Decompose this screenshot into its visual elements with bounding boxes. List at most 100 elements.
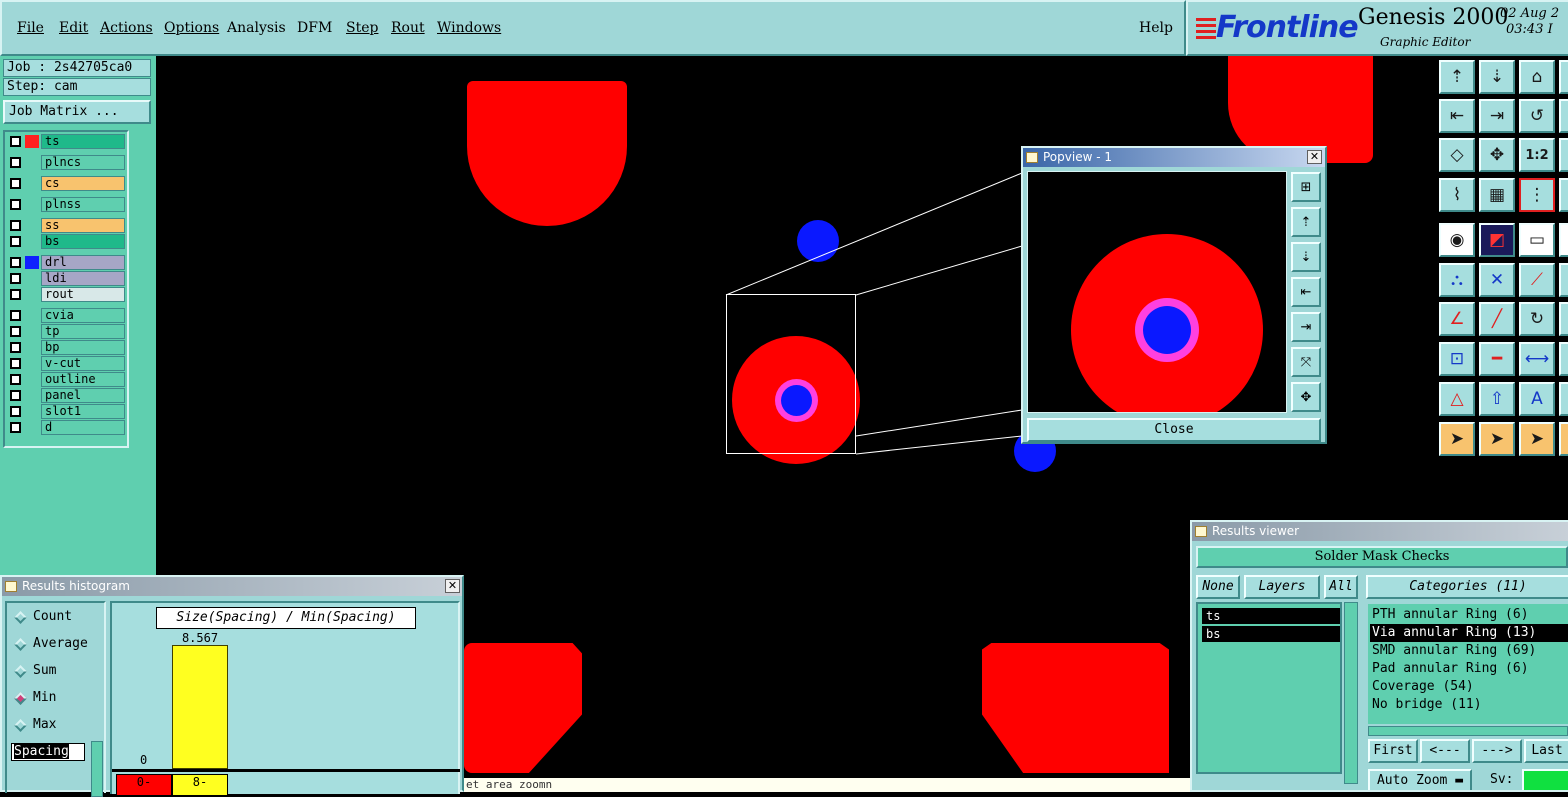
menu-edit[interactable]: Edit <box>59 20 88 36</box>
tool-icon[interactable] <box>1559 342 1568 376</box>
category-item[interactable]: No bridge (11) <box>1370 696 1568 714</box>
category-item[interactable]: Coverage (54) <box>1370 678 1568 696</box>
layer-name[interactable]: v-cut <box>41 356 125 371</box>
mode-max[interactable]: Max <box>13 716 56 734</box>
scrollbar[interactable] <box>1344 602 1358 784</box>
node-icon[interactable]: ⊡ <box>1439 342 1475 376</box>
layer-row-bs[interactable]: bs <box>7 234 127 249</box>
center-icon[interactable]: ✥ <box>1291 382 1321 412</box>
job-matrix-button[interactable]: Job Matrix ... <box>3 100 151 124</box>
layer-checkbox[interactable] <box>10 374 21 385</box>
layer-checkbox[interactable] <box>10 178 21 189</box>
measure-icon[interactable]: ⌇ <box>1439 178 1475 212</box>
pan-right-icon[interactable]: ⇥ <box>1291 312 1321 342</box>
layer-row-cvia[interactable]: cvia <box>7 308 127 323</box>
scrollbar[interactable] <box>91 741 103 797</box>
layer-name[interactable]: panel <box>41 388 125 403</box>
window-menu-icon[interactable] <box>1026 152 1038 163</box>
layer-row-bp[interactable]: bp <box>7 340 127 355</box>
layer-checkbox[interactable] <box>10 406 21 417</box>
dimension-icon[interactable]: ⟷ <box>1519 342 1555 376</box>
layer-checkbox[interactable] <box>10 136 21 147</box>
layer-row-slot1[interactable]: slot1 <box>7 404 127 419</box>
pan-left-icon[interactable]: ⇤ <box>1291 277 1321 307</box>
tool-icon[interactable] <box>1559 60 1568 94</box>
triangle-icon[interactable]: △ <box>1439 382 1475 416</box>
layer-checkbox[interactable] <box>10 422 21 433</box>
layer-row-outline[interactable]: outline <box>7 372 127 387</box>
tool-icon[interactable] <box>1559 138 1568 172</box>
last-button[interactable]: Last <box>1524 739 1568 763</box>
cross-icon[interactable]: ✕ <box>1479 263 1515 297</box>
mode-min[interactable]: Min <box>13 689 56 707</box>
layer-checkbox[interactable] <box>10 289 21 300</box>
fit-icon[interactable]: ⤧ <box>1291 347 1321 377</box>
export-icon[interactable]: ⇥ <box>1479 99 1515 133</box>
zoom-home-icon[interactable]: ✥ <box>1479 138 1515 172</box>
layer-name[interactable]: plnss <box>41 197 125 212</box>
ruler-icon[interactable]: ▭ <box>1519 223 1555 257</box>
layer-checkbox[interactable] <box>10 220 21 231</box>
minus-icon[interactable]: ━ <box>1479 342 1515 376</box>
menu-windows[interactable]: Windows <box>437 20 501 36</box>
close-button[interactable]: Close <box>1027 418 1321 442</box>
mode-sum[interactable]: Sum <box>13 662 56 680</box>
auto-zoom-dropdown[interactable]: Auto Zoom ▬ <box>1368 769 1472 790</box>
layer-row-ss[interactable]: ss <box>7 218 127 233</box>
none-button[interactable]: None <box>1196 575 1240 599</box>
histogram-titlebar[interactable]: Results histogram ✕ <box>2 577 462 596</box>
layer-name[interactable]: ss <box>41 218 125 233</box>
tool-icon[interactable] <box>1559 223 1568 257</box>
next-button[interactable]: ---> <box>1472 739 1522 763</box>
popview-canvas[interactable] <box>1027 171 1287 413</box>
fit-icon[interactable]: ◇ <box>1439 138 1475 172</box>
mode-average[interactable]: Average <box>13 635 88 653</box>
menu-rout[interactable]: Rout <box>391 20 425 36</box>
category-item[interactable]: SMD annular Ring (69) <box>1370 642 1568 660</box>
horizontal-scrollbar[interactable] <box>1368 726 1568 736</box>
layer-row-d[interactable]: d <box>7 420 127 435</box>
layer-checkbox[interactable] <box>10 199 21 210</box>
pointer-box-icon[interactable]: ➤ <box>1479 422 1515 456</box>
tool-icon[interactable] <box>1559 263 1568 297</box>
layer-name[interactable]: drl <box>41 255 125 270</box>
layer-row-ts[interactable]: ts <box>7 134 127 149</box>
viewer-titlebar[interactable]: Results viewer <box>1192 522 1568 541</box>
layer-row-v-cut[interactable]: v-cut <box>7 356 127 371</box>
tool-icon[interactable] <box>1559 422 1568 456</box>
list-item[interactable]: bs <box>1202 626 1340 642</box>
import-icon[interactable]: ⇤ <box>1439 99 1475 133</box>
menu-help[interactable]: Help <box>1139 20 1173 36</box>
line-point-icon[interactable]: ⟋ <box>1519 263 1555 297</box>
save-icon[interactable]: ⇡ <box>1439 60 1475 94</box>
menu-analysis[interactable]: Analysis <box>227 20 286 36</box>
prev-button[interactable]: <--- <box>1420 739 1470 763</box>
grid-icon[interactable]: ▦ <box>1479 178 1515 212</box>
menu-actions[interactable]: Actions <box>100 20 153 36</box>
menu-dfm[interactable]: DFM <box>297 20 332 36</box>
histogram-bar[interactable] <box>172 645 228 769</box>
layer-name[interactable]: rout <box>41 287 125 302</box>
arc-icon[interactable]: ↻ <box>1519 302 1555 336</box>
list-item[interactable]: ts <box>1202 608 1340 624</box>
layer-name[interactable]: bp <box>41 340 125 355</box>
layer-row-ldi[interactable]: ldi <box>7 271 127 286</box>
layer-checkbox[interactable] <box>10 157 21 168</box>
category-item[interactable]: PTH annular Ring (6) <box>1370 606 1568 624</box>
popview-titlebar[interactable]: Popview - 1 ✕ <box>1023 148 1325 167</box>
menu-file[interactable]: File <box>17 20 44 36</box>
connect-icon[interactable]: ⛬ <box>1439 263 1475 297</box>
layer-row-rout[interactable]: rout <box>7 287 127 302</box>
arrow-up-icon[interactable]: ⇧ <box>1479 382 1515 416</box>
pad-icon[interactable]: ◉ <box>1439 223 1475 257</box>
pointer-circle-icon[interactable]: ➤ <box>1519 422 1555 456</box>
mode-count[interactable]: Count <box>13 608 72 626</box>
layer-name[interactable]: slot1 <box>41 404 125 419</box>
close-icon[interactable]: ✕ <box>1307 150 1322 164</box>
layer-row-tp[interactable]: tp <box>7 324 127 339</box>
layer-name[interactable]: plncs <box>41 155 125 170</box>
line-icon[interactable]: ╱ <box>1479 302 1515 336</box>
pan-up-icon[interactable]: ⇡ <box>1291 207 1321 237</box>
layer-name[interactable]: ts <box>41 134 125 149</box>
layer-checkbox[interactable] <box>10 273 21 284</box>
